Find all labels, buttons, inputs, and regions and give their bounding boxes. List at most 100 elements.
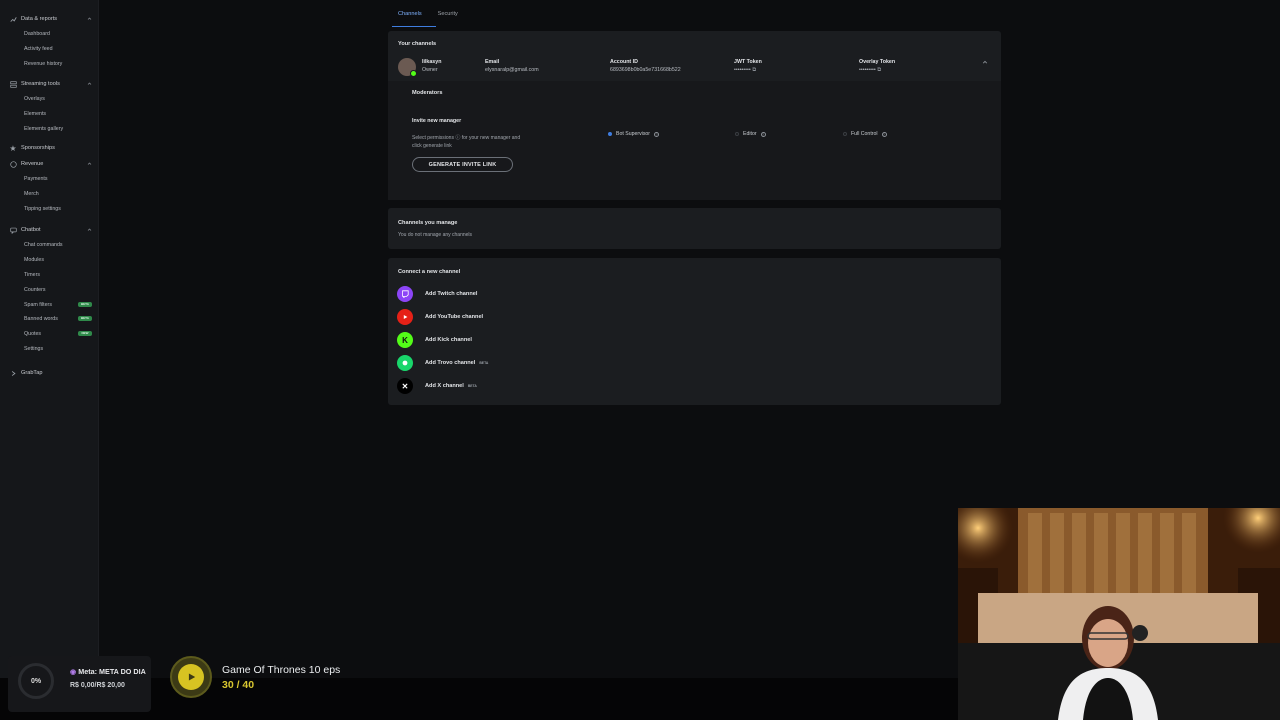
nav-head-label: Data & reports bbox=[21, 16, 58, 22]
channels-you-manage-card: Channels you manage You do not manage an… bbox=[388, 208, 1001, 249]
overlay-token-label: Overlay Token bbox=[859, 59, 896, 65]
nav-head-label: Revenue bbox=[21, 161, 44, 167]
permission-full-control[interactable]: Full Control ? bbox=[843, 131, 887, 137]
add-twitch-channel-button[interactable]: Add Twitch channel bbox=[397, 285, 477, 303]
nav-head-streaming-tools[interactable]: Streaming tools bbox=[0, 78, 99, 90]
jwt-label: JWT Token bbox=[734, 59, 762, 65]
progress-circle bbox=[170, 656, 212, 698]
jwt-value: ••••••••• bbox=[734, 66, 751, 73]
nav-group-grabtap: GrabTap bbox=[0, 367, 99, 379]
account-id-label: Account ID bbox=[610, 59, 638, 65]
chevron-up-icon[interactable] bbox=[87, 81, 92, 86]
connect-channel-card: Connect a new channel bbox=[388, 258, 1001, 405]
radio-icon[interactable] bbox=[735, 132, 739, 136]
chart-icon bbox=[9, 15, 17, 23]
card-title: Your channels bbox=[398, 41, 437, 47]
email-label: Email bbox=[485, 59, 500, 65]
add-x-channel-button[interactable]: ✕ Add X channel BETA bbox=[397, 377, 477, 395]
add-trovo-channel-button[interactable]: Add Trovo channel BETA bbox=[397, 354, 488, 372]
add-youtube-channel-button[interactable]: Add YouTube channel bbox=[397, 308, 483, 326]
account-id-value: 6893698b0b0a5e731668b522 bbox=[610, 66, 681, 73]
nav-head-data-reports[interactable]: Data & reports bbox=[0, 13, 99, 25]
sidebar-item-timers[interactable]: Timers bbox=[0, 268, 99, 283]
empty-message: You do not manage any channels bbox=[398, 232, 473, 238]
permission-editor[interactable]: Editor ? bbox=[735, 131, 766, 137]
nav-head-label: Sponsorships bbox=[21, 145, 55, 151]
sidebar-item-spam-filters[interactable]: Spam filters BETA bbox=[0, 297, 99, 312]
trovo-icon bbox=[397, 355, 413, 371]
chevron-up-icon[interactable] bbox=[87, 227, 92, 232]
star-icon: ★ bbox=[9, 143, 17, 153]
radio-selected-icon[interactable] bbox=[608, 132, 612, 136]
channel-name: lilkasyn bbox=[422, 59, 442, 65]
sidebar-item-payments[interactable]: Payments bbox=[0, 172, 99, 187]
sidebar: Data & reports Dashboard Activity feed R… bbox=[0, 0, 99, 720]
webcam-feed bbox=[958, 508, 1280, 720]
help-icon[interactable]: ? bbox=[654, 131, 660, 137]
card-title: Channels you manage bbox=[398, 220, 458, 226]
beta-badge: BETA bbox=[479, 361, 489, 365]
sidebar-item-banned-words[interactable]: Banned words BETA bbox=[0, 312, 99, 327]
sidebar-item-settings[interactable]: Settings bbox=[0, 342, 99, 357]
nav-head-revenue[interactable]: Revenue bbox=[0, 158, 99, 170]
radio-icon[interactable] bbox=[843, 132, 847, 136]
nav-head-label: GrabTap bbox=[21, 370, 43, 376]
chat-icon bbox=[9, 226, 17, 234]
play-icon bbox=[178, 664, 204, 690]
channel-role: Owner bbox=[422, 66, 438, 73]
tab-bar: Channels Security bbox=[392, 0, 468, 27]
sidebar-item-chat-commands[interactable]: Chat commands bbox=[0, 238, 99, 253]
tab-security[interactable]: Security bbox=[432, 0, 464, 24]
sidebar-item-modules[interactable]: Modules bbox=[0, 253, 99, 268]
nav-group-data-reports: Data & reports Dashboard Activity feed R… bbox=[0, 13, 99, 71]
copy-icon[interactable]: ⧉ bbox=[877, 67, 881, 73]
goal-icon: ◉ bbox=[70, 667, 77, 676]
nav-head-label: Streaming tools bbox=[21, 81, 60, 87]
layers-icon bbox=[9, 80, 17, 88]
your-channels-card: Your channels lilkasyn Owner Email elysn… bbox=[388, 31, 1001, 200]
sidebar-item-counters[interactable]: Counters bbox=[0, 282, 99, 297]
coin-icon bbox=[9, 160, 17, 168]
nav-group-revenue: Revenue Payments Merch Tipping settings bbox=[0, 158, 99, 216]
chevron-up-icon[interactable] bbox=[87, 16, 92, 21]
nav-head-sponsorships[interactable]: ★ Sponsorships bbox=[0, 142, 99, 154]
sidebar-item-elements[interactable]: Elements bbox=[0, 107, 99, 122]
email-value: elysnaralp@gmail.com bbox=[485, 66, 539, 73]
invite-title: Invite new manager bbox=[412, 118, 462, 124]
jwt-info: JWT Token ••••••••• ⧉ bbox=[734, 59, 762, 74]
nav-head-chatbot[interactable]: Chatbot bbox=[0, 224, 99, 236]
card-title: Connect a new channel bbox=[398, 269, 461, 275]
beta-badge: BETA bbox=[467, 384, 477, 388]
goal-widget: 0% ◉ Meta: META DO DIA R$ 0,00/R$ 20,00 bbox=[8, 656, 151, 712]
nav-group-sponsorships: ★ Sponsorships bbox=[0, 142, 99, 154]
youtube-icon bbox=[397, 309, 413, 325]
chevron-up-icon[interactable] bbox=[87, 161, 92, 166]
sidebar-item-tipping-settings[interactable]: Tipping settings bbox=[0, 202, 99, 217]
chevron-up-icon[interactable] bbox=[982, 59, 988, 65]
moderators-title: Moderators bbox=[412, 90, 443, 96]
nav-head-grabtap[interactable]: GrabTap bbox=[0, 367, 99, 379]
sidebar-item-merch[interactable]: Merch bbox=[0, 187, 99, 202]
help-icon[interactable]: ? bbox=[760, 131, 766, 137]
kick-icon: K bbox=[397, 332, 413, 348]
new-badge: NEW bbox=[78, 331, 92, 337]
twitch-icon bbox=[397, 286, 413, 302]
progress-title: Game Of Thrones 10 eps bbox=[222, 664, 341, 676]
overlay-token-value: ••••••••• bbox=[859, 66, 876, 73]
sidebar-item-elements-gallery[interactable]: Elements gallery bbox=[0, 122, 99, 137]
sidebar-item-overlays[interactable]: Overlays bbox=[0, 92, 99, 107]
add-kick-channel-button[interactable]: K Add Kick channel bbox=[397, 331, 472, 349]
beta-badge: BETA bbox=[78, 301, 92, 307]
sidebar-item-activity-feed[interactable]: Activity feed bbox=[0, 42, 99, 57]
sidebar-item-dashboard[interactable]: Dashboard bbox=[0, 27, 99, 42]
sidebar-item-revenue-history[interactable]: Revenue history bbox=[0, 57, 99, 72]
help-icon[interactable]: ? bbox=[881, 131, 887, 137]
goal-progress-ring: 0% bbox=[18, 663, 54, 699]
nav-group-chatbot: Chatbot Chat commands Modules Timers Cou… bbox=[0, 224, 99, 356]
tab-channels[interactable]: Channels bbox=[392, 0, 436, 27]
kick-status-icon bbox=[410, 70, 417, 77]
copy-icon[interactable]: ⧉ bbox=[752, 67, 756, 73]
permission-bot-supervisor[interactable]: Bot Supervisor ? bbox=[608, 131, 660, 137]
generate-invite-link-button[interactable]: GENERATE INVITE LINK bbox=[412, 157, 513, 172]
sidebar-item-quotes[interactable]: Quotes NEW bbox=[0, 327, 99, 342]
